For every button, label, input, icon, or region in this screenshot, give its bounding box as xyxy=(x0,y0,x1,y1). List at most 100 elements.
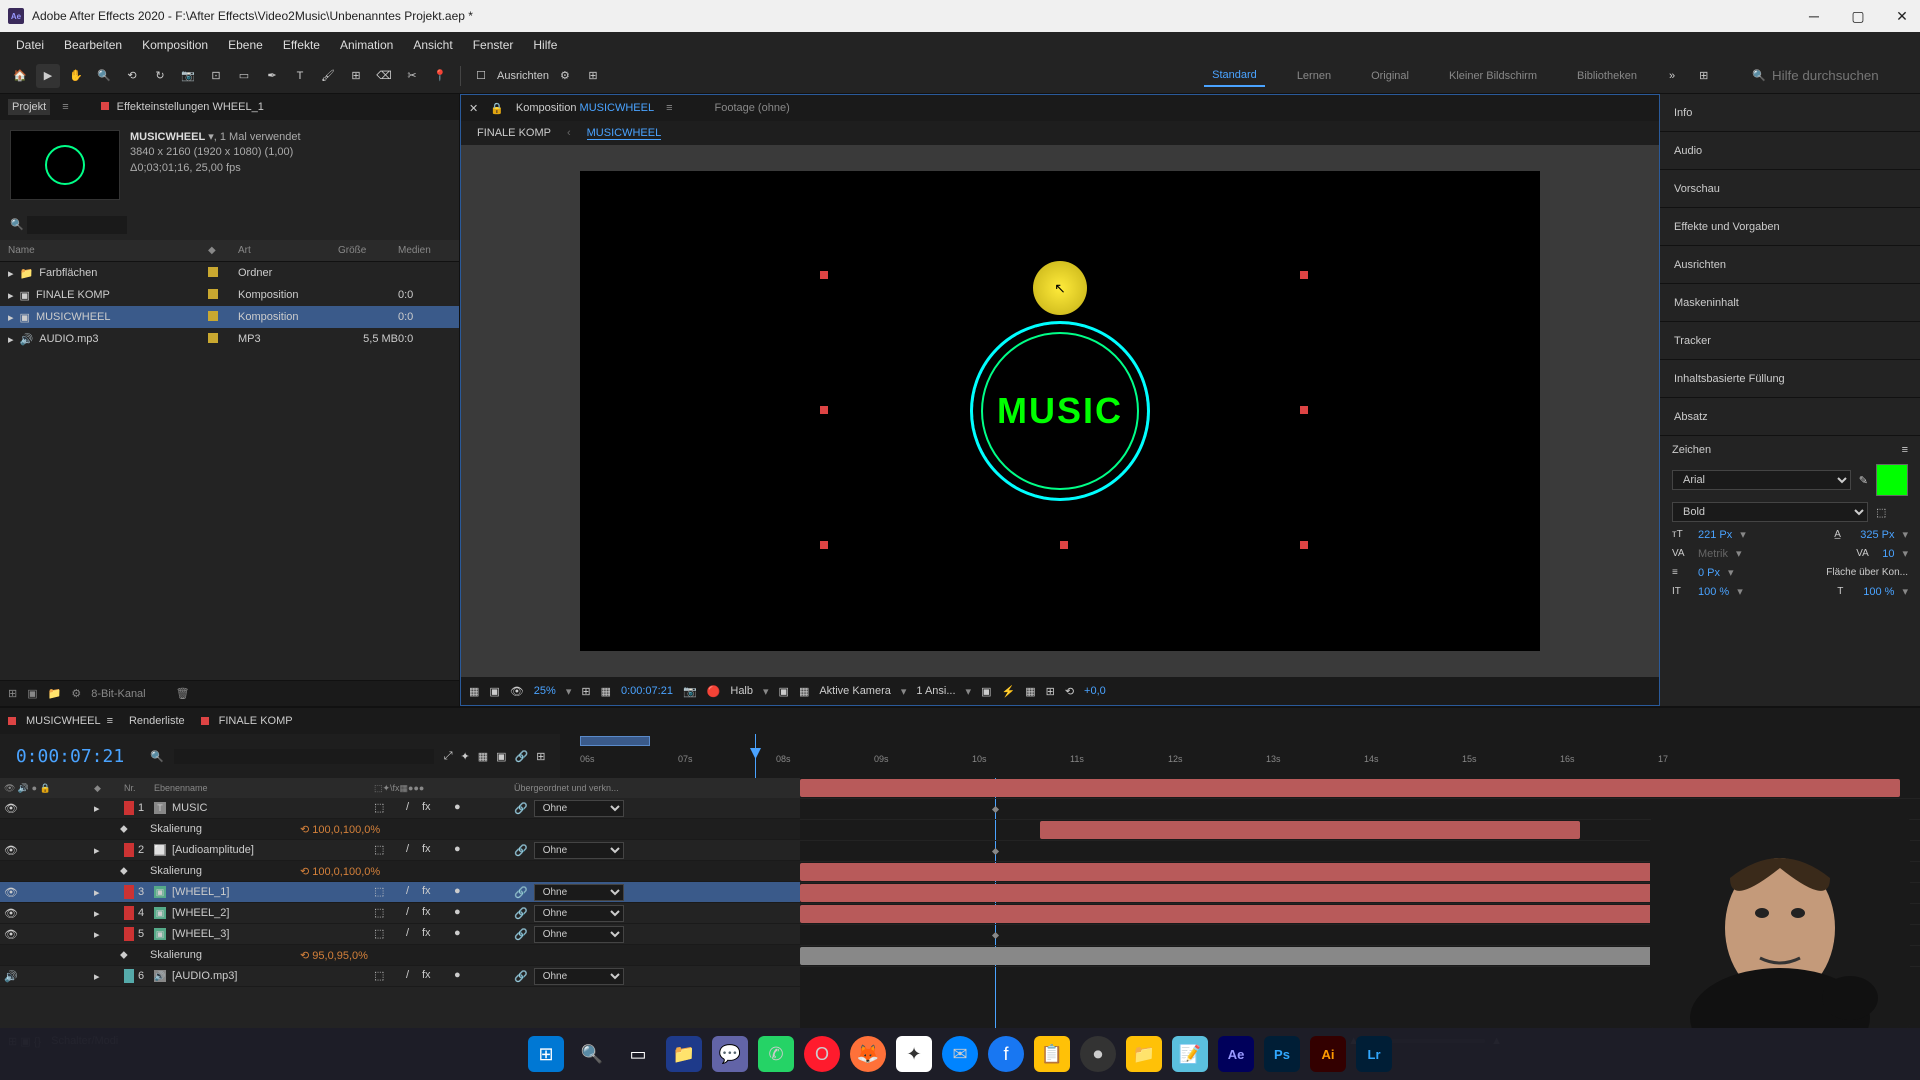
stroke-mode[interactable]: Fläche über Kon... xyxy=(1826,567,1908,578)
col-tag[interactable]: ◆ xyxy=(208,245,238,256)
timeline-property-row[interactable]: ⬥Skalierung⟲ 100,0,100,0% xyxy=(0,861,800,882)
char-panel-menu-icon[interactable]: ≡ xyxy=(1902,444,1908,456)
maximize-button[interactable]: ▢ xyxy=(1848,6,1868,26)
kerning-value[interactable]: Metrik xyxy=(1698,548,1728,560)
taskbar-ps[interactable]: Ps xyxy=(1264,1036,1300,1072)
tl-icon-4[interactable]: ▣ xyxy=(496,750,506,763)
grid-icon[interactable]: ⊞ xyxy=(581,685,590,698)
timeline-ruler[interactable]: 06s07s08s09s10s11s12s13s14s15s16s17 xyxy=(560,734,1920,778)
col-media[interactable]: Medien xyxy=(398,245,448,256)
menu-effekte[interactable]: Effekte xyxy=(275,34,328,56)
leading-value[interactable]: 325 Px xyxy=(1860,529,1894,541)
timeline-layer-row[interactable]: 👁 ▸ 2 ⬜ [Audioamplitude] ⬚/fx● 🔗 Ohne xyxy=(0,840,800,861)
minimize-button[interactable]: ─ xyxy=(1804,6,1824,26)
selection-tool[interactable]: ▶ xyxy=(36,64,60,88)
taskbar-whatsapp[interactable]: ✆ xyxy=(758,1036,794,1072)
fill-color-swatch[interactable] xyxy=(1876,464,1908,496)
project-tab[interactable]: Projekt xyxy=(8,99,50,115)
transparency-icon[interactable]: ▦ xyxy=(799,685,809,698)
timeline-search-input[interactable] xyxy=(174,749,434,764)
reset-exp-icon[interactable]: ⟲ xyxy=(1065,685,1074,698)
mask-icon[interactable]: 👁 xyxy=(510,685,524,698)
workspace-standard[interactable]: Standard xyxy=(1204,65,1265,87)
puppet-tool[interactable]: 📍 xyxy=(428,64,452,88)
stroke-swap-icon[interactable]: ⬚ xyxy=(1876,506,1908,519)
menu-bearbeiten[interactable]: Bearbeiten xyxy=(56,34,130,56)
bit-depth[interactable]: 8-Bit-Kanal xyxy=(91,688,145,700)
menu-komposition[interactable]: Komposition xyxy=(134,34,216,56)
taskbar-tasks[interactable]: ▭ xyxy=(620,1036,656,1072)
snap-toggle[interactable]: ☐ xyxy=(469,64,493,88)
workspace-more-icon[interactable]: » xyxy=(1669,70,1675,82)
taskbar-app1[interactable]: ✦ xyxy=(896,1036,932,1072)
mag-icon[interactable]: ▦ xyxy=(469,685,479,698)
comp-close-icon[interactable]: ✕ xyxy=(469,102,478,115)
eraser-tool[interactable]: ⌫ xyxy=(372,64,396,88)
render-icon[interactable]: ⚙ xyxy=(71,687,81,700)
zoom-tool[interactable]: 🔍 xyxy=(92,64,116,88)
panel-ausrichten[interactable]: Ausrichten xyxy=(1660,246,1920,284)
taskbar-explorer[interactable]: 📁 xyxy=(666,1036,702,1072)
panel-tracker[interactable]: Tracker xyxy=(1660,322,1920,360)
timeline-layer-row[interactable]: 👁 ▸ 4 ▣ [WHEEL_2] ⬚/fx● 🔗 Ohne xyxy=(0,903,800,924)
timeline-layer-row[interactable]: 👁 ▸ 1 T MUSIC ⬚/fx● 🔗 Ohne xyxy=(0,798,800,819)
taskbar-obs[interactable]: ⏺ xyxy=(1080,1036,1116,1072)
timeline-tab-finale[interactable]: FINALE KOMP xyxy=(219,715,293,727)
timeline-layer-row[interactable]: 👁 ▸ 5 ▣ [WHEEL_3] ⬚/fx● 🔗 Ohne xyxy=(0,924,800,945)
help-search-input[interactable] xyxy=(1772,68,1912,83)
taskbar-lr[interactable]: Lr xyxy=(1356,1036,1392,1072)
project-row[interactable]: ▸ ▣ FINALE KOMP Komposition 0:0 xyxy=(0,284,459,306)
workspace-grid-icon[interactable]: ⊞ xyxy=(1699,69,1708,82)
menu-ansicht[interactable]: Ansicht xyxy=(405,34,460,56)
font-family-select[interactable]: Arial xyxy=(1672,470,1851,490)
taskbar-facebook[interactable]: f xyxy=(988,1036,1024,1072)
workspace-kleiner[interactable]: Kleiner Bildschirm xyxy=(1441,66,1545,86)
panel-mask[interactable]: Maskeninhalt xyxy=(1660,284,1920,322)
shape-tool[interactable]: ▭ xyxy=(232,64,256,88)
orbit-tool[interactable]: ⟲ xyxy=(120,64,144,88)
tl-icon-6[interactable]: ⊞ xyxy=(536,750,545,763)
tl-icon-5[interactable]: 🔗 xyxy=(515,750,529,763)
home-tool[interactable]: 🏠 xyxy=(8,64,32,88)
timeline-tab-active[interactable]: MUSICWHEEL xyxy=(26,715,101,727)
zoom-value[interactable]: 25% xyxy=(534,685,556,697)
subtab-finale[interactable]: FINALE KOMP xyxy=(477,127,551,139)
menu-fenster[interactable]: Fenster xyxy=(465,34,522,56)
camera-select[interactable]: Aktive Kamera xyxy=(819,685,891,697)
comp-lock-icon[interactable]: 🔒 xyxy=(490,102,504,115)
res-icon[interactable]: ▣ xyxy=(489,685,499,698)
project-search-input[interactable] xyxy=(27,216,127,234)
project-row[interactable]: ▸ 📁 Farbflächen Ordner xyxy=(0,262,459,284)
views-select[interactable]: 1 Ansi... xyxy=(916,685,955,697)
tracking-value[interactable]: 10 xyxy=(1882,548,1894,560)
pixel-ar-icon[interactable]: ▣ xyxy=(981,685,991,698)
flowchart-icon[interactable]: ⊞ xyxy=(1046,685,1055,698)
panel-info[interactable]: Info xyxy=(1660,94,1920,132)
vscale-value[interactable]: 100 % xyxy=(1698,586,1729,598)
taskbar-ai[interactable]: Ai xyxy=(1310,1036,1346,1072)
clone-tool[interactable]: ⊞ xyxy=(344,64,368,88)
eyedropper-icon[interactable]: ✎ xyxy=(1859,474,1868,487)
col-name[interactable]: Name xyxy=(8,245,208,256)
taskbar-firefox[interactable]: 🦊 xyxy=(850,1036,886,1072)
menu-hilfe[interactable]: Hilfe xyxy=(525,34,565,56)
resolution-select[interactable]: Halb xyxy=(730,685,753,697)
hand-tool[interactable]: ✋ xyxy=(64,64,88,88)
panel-absatz[interactable]: Absatz xyxy=(1660,398,1920,436)
panel-audio[interactable]: Audio xyxy=(1660,132,1920,170)
effect-settings-tab[interactable]: Effekteinstellungen WHEEL_1 xyxy=(113,99,268,115)
pen-tool[interactable]: ✒ xyxy=(260,64,284,88)
exposure-value[interactable]: +0,0 xyxy=(1084,685,1106,697)
timeline-timecode[interactable]: 0:00:07:21 xyxy=(16,746,124,767)
new-comp-icon[interactable]: ▣ xyxy=(27,687,37,700)
footage-tab[interactable]: Footage (ohne) xyxy=(715,102,790,114)
tl-icon-1[interactable]: ⤢ xyxy=(444,750,453,763)
taskbar-app2[interactable]: 📋 xyxy=(1034,1036,1070,1072)
fast-preview-icon[interactable]: ⚡ xyxy=(1001,685,1015,698)
new-folder-icon[interactable]: 📁 xyxy=(48,687,62,700)
workspace-bibliotheken[interactable]: Bibliotheken xyxy=(1569,66,1645,86)
snapshot-icon[interactable]: 📷 xyxy=(683,685,697,698)
menu-animation[interactable]: Animation xyxy=(332,34,401,56)
timeline-tab-render[interactable]: Renderliste xyxy=(129,715,185,727)
panel-vorschau[interactable]: Vorschau xyxy=(1660,170,1920,208)
